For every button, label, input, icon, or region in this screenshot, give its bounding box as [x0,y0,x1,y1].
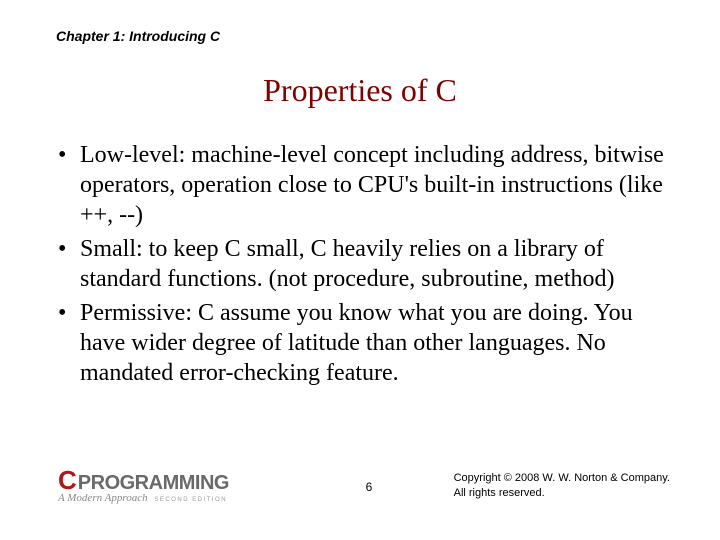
bullet-item: Permissive: C assume you know what you a… [58,298,672,388]
footer: C PROGRAMMING A Modern Approach SECOND E… [58,460,680,510]
bullet-list: Low-level: machine-level concept includi… [58,140,672,392]
copyright-line-2: All rights reserved. [454,486,670,500]
logo-programming-text: PROGRAMMING [78,473,229,493]
bullet-item: Low-level: machine-level concept includi… [58,140,672,230]
copyright: Copyright © 2008 W. W. Norton & Company.… [454,471,670,500]
bullet-item: Small: to keep C small, C heavily relies… [58,234,672,294]
logo-subtitle: A Modern Approach SECOND EDITION [58,493,229,504]
slide-title: Properties of C [0,72,720,109]
book-logo: C PROGRAMMING A Modern Approach SECOND E… [58,467,229,504]
copyright-line-1: Copyright © 2008 W. W. Norton & Company. [454,471,670,485]
logo-top-row: C PROGRAMMING [58,467,229,493]
logo-subtitle-text: A Modern Approach [58,492,148,504]
logo-edition-text: SECOND EDITION [154,497,227,503]
logo-c-letter: C [58,467,76,493]
chapter-header: Chapter 1: Introducing C [56,28,220,44]
page-number: 6 [366,480,373,494]
